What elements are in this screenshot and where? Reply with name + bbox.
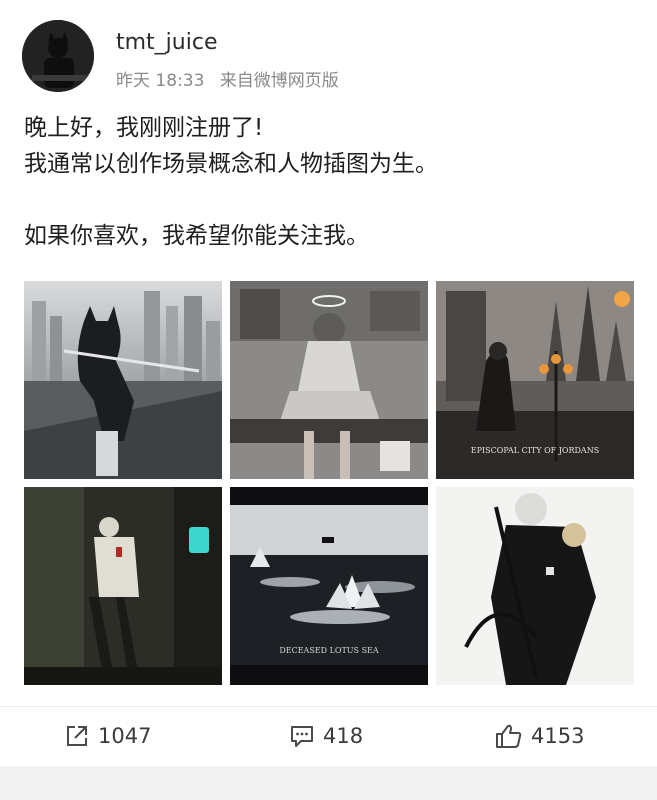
post-text-line: 我通常以创作场景概念和人物插图为生。 bbox=[24, 151, 438, 177]
thumbs-up-icon bbox=[496, 724, 522, 748]
image-thumbnail-5[interactable]: DECEASED LOTUS SEA bbox=[230, 487, 428, 685]
weibo-post: tmt_juice 昨天 18:33 来自微博网页版 晚上好，我刚刚注册了! 我… bbox=[0, 0, 657, 800]
image-thumbnail-6[interactable] bbox=[436, 487, 634, 685]
image-thumbnail-4[interactable] bbox=[24, 487, 222, 685]
image-grid: EPISCOPAL CITY OF JORDANS DECEASED LOTUS… bbox=[24, 281, 634, 685]
post-text-line: 晚上好，我刚刚注册了! bbox=[24, 115, 264, 141]
image-thumbnail-1[interactable] bbox=[24, 281, 222, 479]
share-icon bbox=[67, 726, 87, 746]
cat-eared-girl-city-illustration bbox=[24, 281, 222, 479]
avatar[interactable] bbox=[22, 20, 94, 92]
post-text-line: 如果你喜欢，我希望你能关注我。 bbox=[24, 223, 369, 249]
image-thumbnail-2[interactable] bbox=[230, 281, 428, 479]
image-thumbnail-3[interactable]: EPISCOPAL CITY OF JORDANS bbox=[436, 281, 634, 479]
post-meta: 昨天 18:33 来自微博网页版 bbox=[116, 66, 339, 91]
repost-count: 1047 bbox=[98, 724, 152, 748]
deceased-lotus-sea-illustration: DECEASED LOTUS SEA bbox=[230, 487, 428, 685]
post-text: 晚上好，我刚刚注册了! 我通常以创作场景概念和人物插图为生。 如果你喜欢，我希望… bbox=[24, 110, 634, 254]
post-time: 昨天 18:33 bbox=[116, 71, 205, 91]
scythe-figure-illustration bbox=[436, 487, 634, 685]
comment-button[interactable]: 418 bbox=[289, 721, 363, 751]
episcopal-caption: EPISCOPAL CITY OF JORDANS bbox=[471, 446, 599, 455]
post-source[interactable]: 来自微博网页版 bbox=[220, 71, 339, 91]
halo-girl-sitting-illustration bbox=[230, 281, 428, 479]
username[interactable]: tmt_juice bbox=[116, 30, 217, 55]
episcopal-city-illustration: EPISCOPAL CITY OF JORDANS bbox=[436, 281, 634, 479]
feed-separator bbox=[0, 766, 657, 800]
avatar-image bbox=[22, 20, 94, 92]
comment-icon bbox=[291, 726, 313, 747]
lotus-caption: DECEASED LOTUS SEA bbox=[279, 646, 379, 655]
action-bar: 1047 418 4153 bbox=[0, 706, 657, 765]
dark-room-figure-illustration bbox=[24, 487, 222, 685]
comment-count: 418 bbox=[323, 724, 364, 748]
like-button[interactable]: 4153 bbox=[495, 721, 584, 751]
like-count: 4153 bbox=[531, 724, 585, 748]
repost-button[interactable]: 1047 bbox=[64, 721, 151, 751]
